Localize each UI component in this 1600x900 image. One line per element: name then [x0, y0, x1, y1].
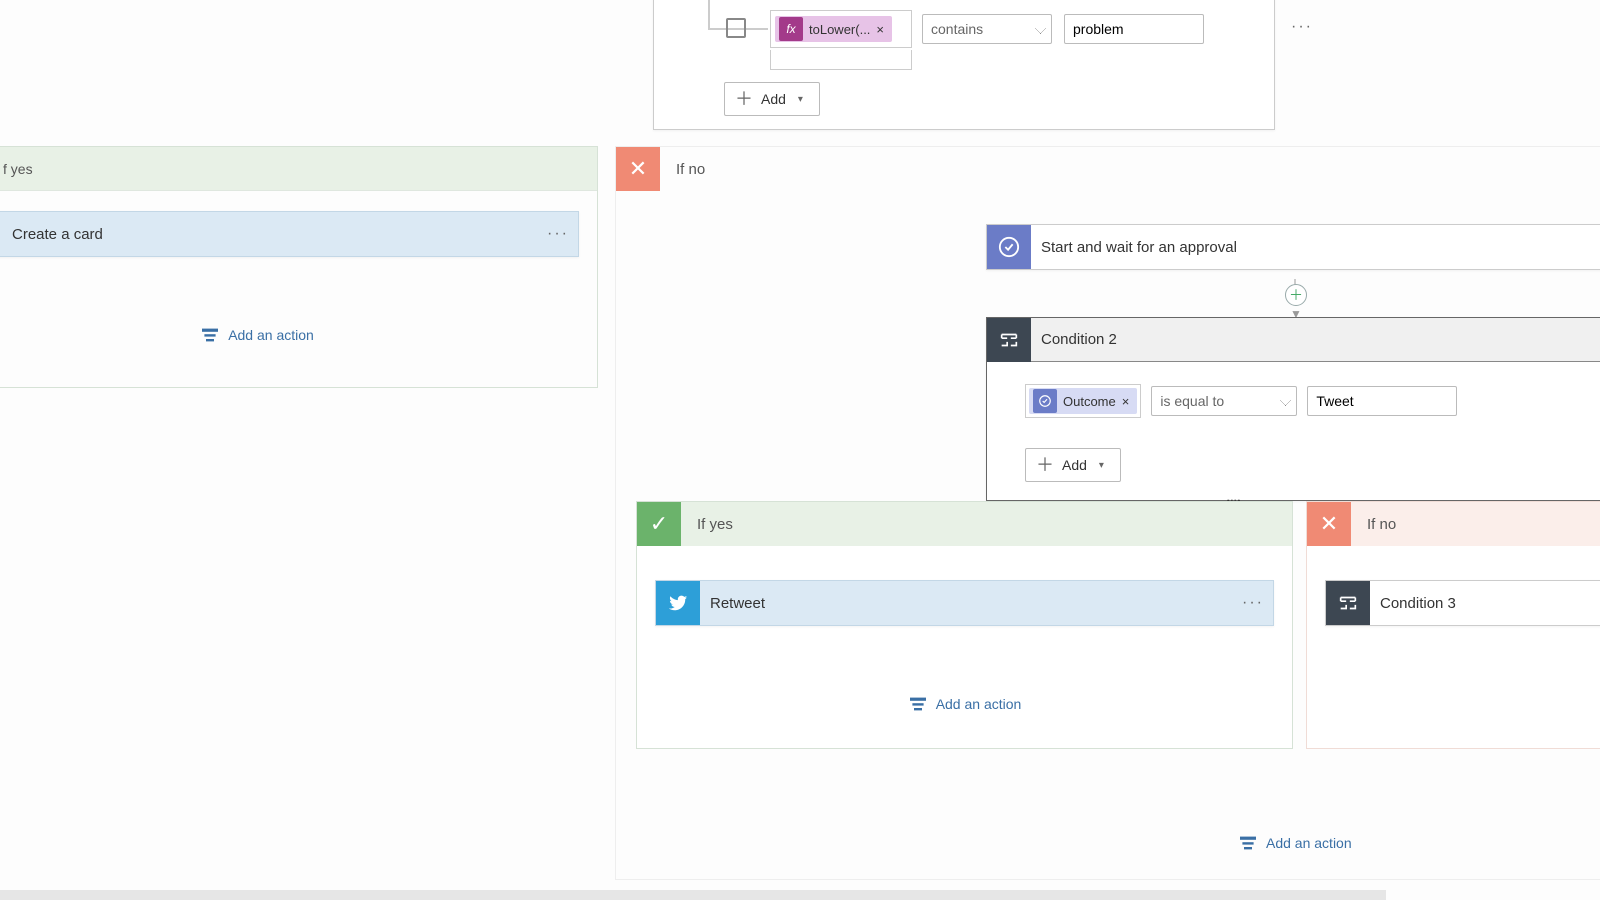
- condition-icon: [987, 318, 1031, 362]
- branch-yes-header: f yes: [0, 147, 597, 191]
- branch-no-2-title: If no: [1351, 516, 1396, 533]
- add-action-label: Add an action: [228, 327, 314, 343]
- token-tolower[interactable]: fx toLower(... ×: [775, 16, 892, 42]
- condition-2-body: Outcome × is equal to ＋ Add ▾: [987, 362, 1600, 500]
- close-icon: ✕: [616, 147, 660, 191]
- retweet-menu[interactable]: [1233, 594, 1273, 612]
- insert-step-button[interactable]: ＋: [1285, 284, 1307, 306]
- branch-no-2-header: ✕ If no: [1307, 502, 1600, 546]
- branch-yes-title: f yes: [3, 161, 33, 177]
- token-remove-icon[interactable]: ×: [876, 22, 884, 37]
- value-input[interactable]: [1064, 14, 1204, 44]
- operator-select[interactable]: contains: [922, 14, 1052, 44]
- condition-2-header[interactable]: Condition 2: [987, 318, 1600, 362]
- action-create-card[interactable]: Create a card: [0, 211, 579, 257]
- bottom-scrollbar[interactable]: [0, 890, 1386, 900]
- add-condition-button[interactable]: ＋ Add ▾: [724, 82, 820, 116]
- branch-if-yes-1: f yes Create a card Add an action: [0, 146, 598, 388]
- branch-no-title: If no: [660, 161, 705, 178]
- row-menu[interactable]: [1282, 18, 1322, 36]
- add-action-icon: [1238, 835, 1258, 851]
- outcome-container: Outcome ×: [1025, 384, 1141, 418]
- condition-2-title: Condition 2: [1031, 331, 1600, 348]
- check-icon: ✓: [637, 502, 681, 546]
- branch-if-yes-2: ✓ If yes Retweet Add an action: [636, 501, 1293, 749]
- condition-icon: [1326, 581, 1370, 625]
- add-action-label: Add an action: [1266, 835, 1352, 851]
- top-condition-card: fx toLower(... × contains ＋ Add ▾: [653, 0, 1275, 130]
- approval-icon: [987, 225, 1031, 269]
- add-condition-button-2[interactable]: ＋ Add ▾: [1025, 448, 1121, 482]
- action-retweet[interactable]: Retweet: [655, 580, 1274, 626]
- chevron-down-icon: ▾: [798, 94, 803, 105]
- expression-container: fx toLower(... ×: [770, 10, 912, 48]
- value-input-2[interactable]: [1307, 386, 1457, 416]
- add-action-label: Add an action: [936, 696, 1022, 712]
- branch-if-no-1: ✕ If no Start and wait for an approval ＋…: [615, 146, 1600, 880]
- branch-yes-2-title: If yes: [681, 516, 733, 533]
- action-title: Create a card: [0, 226, 538, 243]
- close-icon: ✕: [1307, 502, 1351, 546]
- plus-icon: ＋: [735, 90, 753, 108]
- approval-title: Start and wait for an approval: [1031, 239, 1593, 256]
- condition-row-checkbox[interactable]: [726, 18, 746, 38]
- add-action-link-yes1[interactable]: Add an action: [0, 327, 597, 343]
- token-label: toLower(...: [809, 22, 870, 37]
- branch-no-header: ✕ If no: [616, 147, 1600, 191]
- branch-yes-2-header: ✓ If yes: [637, 502, 1292, 546]
- token-outcome[interactable]: Outcome ×: [1029, 388, 1137, 414]
- outcome-label: Outcome: [1063, 394, 1116, 409]
- add-action-footer[interactable]: Add an action: [1238, 835, 1352, 851]
- outcome-icon: [1033, 389, 1057, 413]
- add-action-link-yes2[interactable]: Add an action: [637, 696, 1292, 712]
- approval-menu[interactable]: [1593, 238, 1600, 256]
- plus-icon: ＋: [1036, 456, 1054, 474]
- chevron-down-icon: ▾: [1099, 460, 1104, 471]
- add-label: Add: [1062, 457, 1087, 473]
- expression-container-lower: [770, 50, 912, 70]
- action-approval[interactable]: Start and wait for an approval: [986, 224, 1600, 270]
- branch-if-no-2: ✕ If no Condition 3: [1306, 501, 1600, 749]
- action-condition-3[interactable]: Condition 3: [1325, 580, 1600, 626]
- condition-2-card: Condition 2 Outcome × is equal to: [986, 317, 1600, 501]
- add-action-icon: [200, 327, 220, 343]
- twitter-icon: [656, 581, 700, 625]
- add-action-icon: [908, 696, 928, 712]
- token-remove-icon[interactable]: ×: [1122, 394, 1130, 409]
- add-label: Add: [761, 91, 786, 107]
- operator-select-2[interactable]: is equal to: [1151, 386, 1297, 416]
- condition-3-title: Condition 3: [1370, 595, 1600, 612]
- retweet-title: Retweet: [700, 595, 1233, 612]
- fx-icon: fx: [779, 17, 803, 41]
- action-menu[interactable]: [538, 225, 578, 243]
